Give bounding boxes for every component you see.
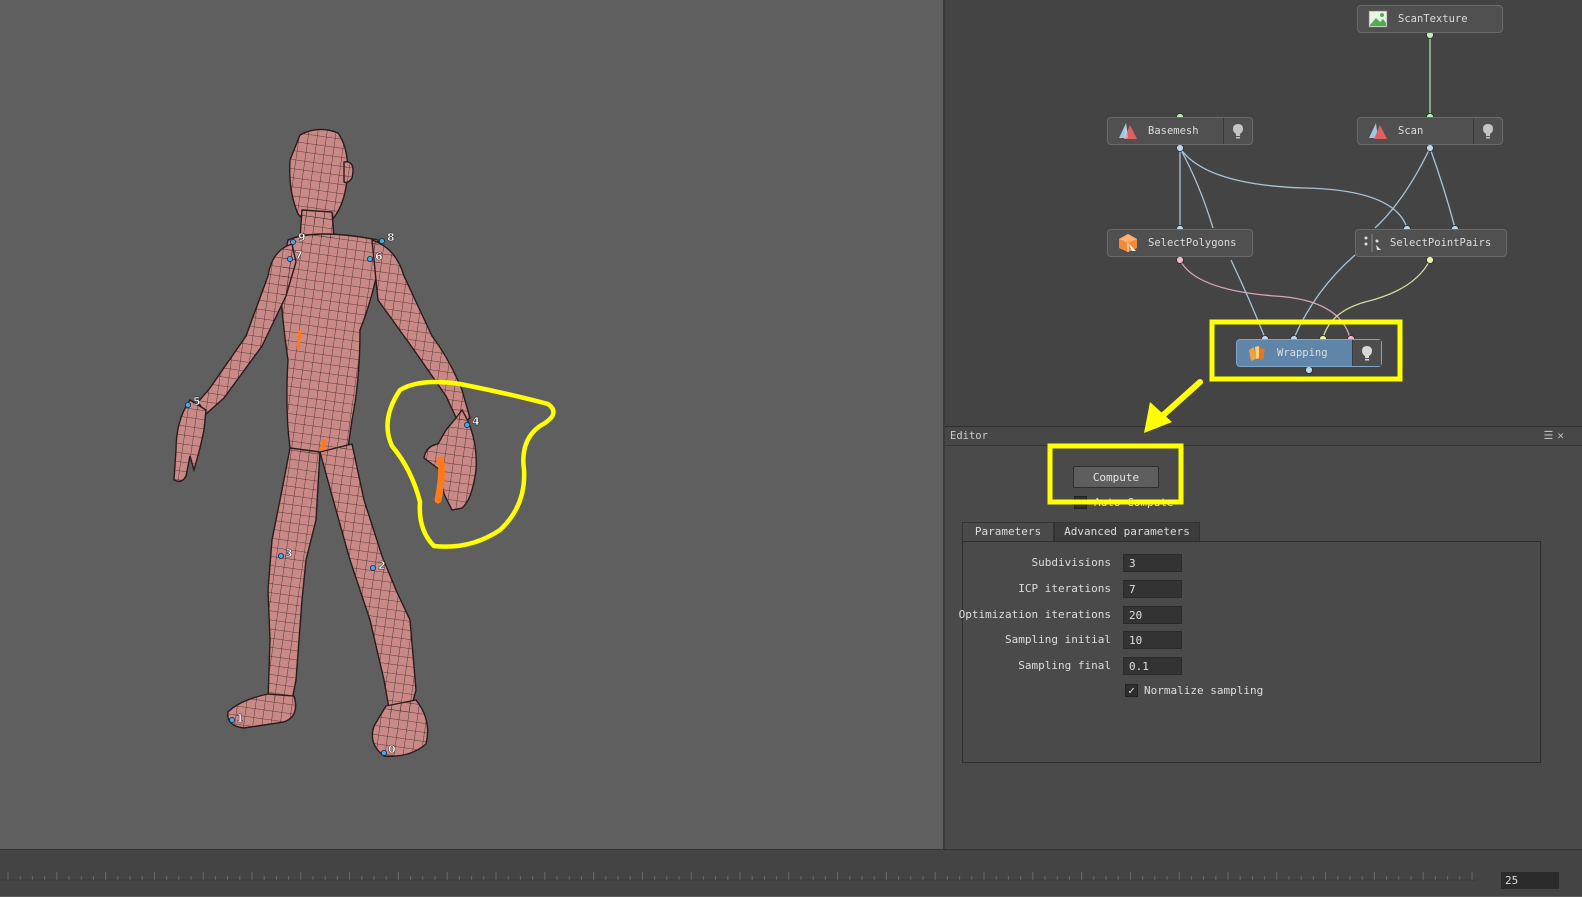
joint-label: 5 — [193, 395, 201, 408]
joint-label: 0 — [388, 743, 396, 756]
bulb-icon[interactable] — [1352, 340, 1381, 366]
node-wrapping[interactable]: Wrapping — [1236, 339, 1382, 367]
normalize-sampling-checkbox[interactable]: ✓ — [1125, 684, 1138, 697]
node-select-polygons[interactable]: SelectPolygons — [1107, 229, 1253, 257]
optimization-iterations-field[interactable] — [1123, 606, 1182, 624]
param-label: Subdivisions — [1031, 556, 1111, 569]
auto-compute-label: Auto Compute — [1094, 496, 1174, 509]
node-label: SelectPolygons — [1148, 237, 1237, 249]
icp-iterations-field[interactable] — [1123, 580, 1182, 598]
sampling-initial-field[interactable] — [1123, 631, 1182, 649]
select-point-pairs-icon — [1364, 234, 1381, 252]
compute-button[interactable]: Compute — [1073, 466, 1159, 488]
current-frame-field[interactable]: 25 — [1501, 872, 1559, 889]
node-basemesh[interactable]: Basemesh — [1107, 117, 1253, 145]
checkmark-icon: ✓ — [1128, 684, 1135, 697]
auto-compute-checkbox[interactable] — [1074, 496, 1087, 509]
param-label: Sampling initial — [1005, 633, 1111, 646]
wrapping-icon — [1249, 346, 1265, 361]
mesh-icon — [1369, 123, 1387, 139]
bulb-icon[interactable] — [1223, 118, 1252, 144]
node-label: SelectPointPairs — [1390, 237, 1492, 249]
selected-polygons — [319, 439, 328, 451]
node-label: ScanTexture — [1398, 13, 1468, 25]
selected-polygons — [296, 329, 302, 351]
param-label: Sampling final — [1018, 659, 1111, 672]
timeline-ruler[interactable] — [0, 850, 1582, 897]
joint-label: 2 — [378, 559, 386, 572]
menu-icon[interactable]: ☰ — [1544, 429, 1558, 442]
normalize-sampling-label: Normalize sampling — [1144, 684, 1264, 697]
joint-label: 9 — [298, 231, 306, 244]
joint-label: 1 — [236, 712, 244, 725]
select-polygons-icon — [1119, 234, 1137, 252]
node-select-point-pairs[interactable]: SelectPointPairs — [1355, 229, 1507, 257]
mesh-icon — [1119, 123, 1137, 139]
subdivisions-field[interactable] — [1123, 554, 1182, 572]
timeline[interactable] — [0, 849, 1582, 896]
editor-header: Editor ☰✕ — [945, 426, 1582, 446]
joint-label: 6 — [375, 250, 383, 263]
editor-title: Editor — [950, 430, 988, 442]
node-label: Basemesh — [1148, 125, 1199, 137]
joint-label: 8 — [387, 231, 395, 244]
sampling-final-field[interactable] — [1123, 657, 1182, 675]
node-label: Scan — [1398, 125, 1424, 137]
bulb-icon[interactable] — [1473, 118, 1502, 144]
parameters-panel — [962, 541, 1541, 763]
node-graph[interactable]: ScanTexture Basemesh Scan SelectPolygons… — [945, 0, 1582, 426]
tab-parameters[interactable]: Parameters — [962, 522, 1054, 542]
param-label: ICP iterations — [1018, 582, 1111, 595]
node-scan-texture[interactable]: ScanTexture — [1357, 5, 1503, 33]
joint-label: 4 — [472, 415, 480, 428]
param-label: Optimization iterations — [958, 608, 1111, 621]
selected-polygons — [434, 456, 446, 504]
viewport-canvas[interactable]: 9 8 7 6 5 4 3 2 1 0 — [0, 0, 943, 849]
node-scan[interactable]: Scan — [1357, 117, 1503, 145]
tab-advanced-parameters[interactable]: Advanced parameters — [1054, 522, 1200, 542]
joint-label: 7 — [295, 249, 303, 262]
viewport-3d[interactable]: 9 8 7 6 5 4 3 2 1 0 — [0, 0, 943, 849]
close-icon[interactable]: ✕ — [1557, 429, 1568, 442]
texture-icon — [1368, 10, 1388, 28]
node-label: Wrapping — [1277, 347, 1328, 359]
joint-label: 3 — [285, 547, 293, 560]
